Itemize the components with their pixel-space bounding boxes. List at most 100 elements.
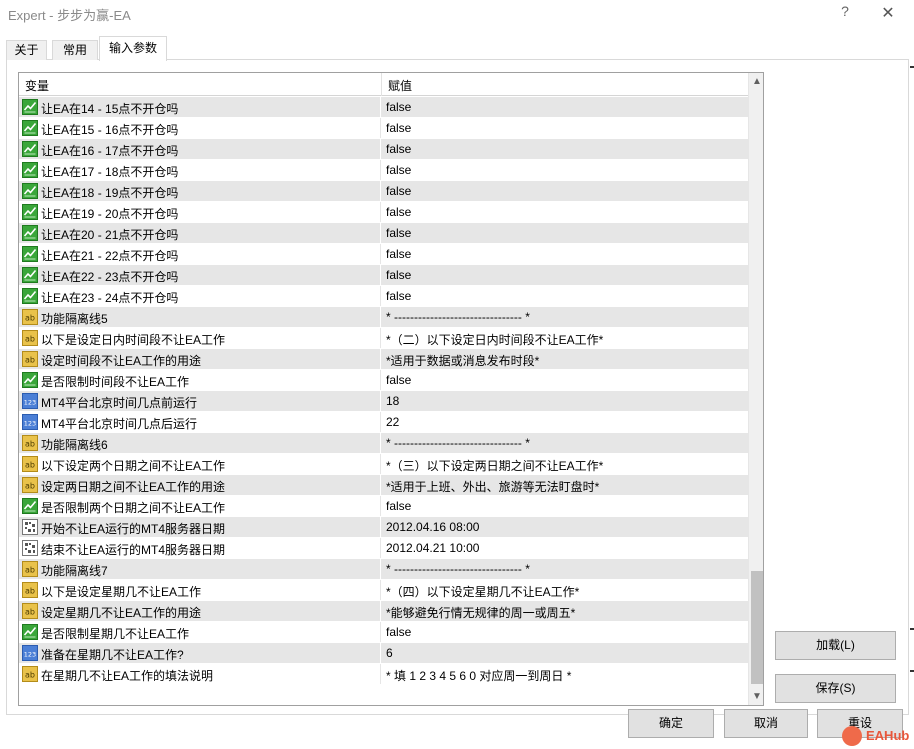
- parameter-value[interactable]: false: [386, 373, 411, 387]
- watermark-text: EAHub: [866, 728, 910, 743]
- parameter-value[interactable]: false: [386, 184, 411, 198]
- scroll-down-icon[interactable]: ▼: [749, 688, 763, 705]
- column-divider[interactable]: [381, 73, 382, 96]
- parameter-value[interactable]: *适用于数据或消息发布时段*: [386, 352, 539, 369]
- parameter-name: 功能隔离线6: [41, 438, 108, 452]
- parameter-row[interactable]: ab 功能隔离线6 * ------------------------------…: [19, 433, 748, 454]
- parameter-name: 让EA在23 - 24点不开仓吗: [41, 291, 179, 305]
- parameter-row[interactable]: 开始不让EA运行的MT4服务器日期 2012.04.16 08:00: [19, 517, 748, 538]
- grid-header: 变量 赋值: [19, 73, 748, 96]
- parameter-value[interactable]: false: [386, 268, 411, 282]
- parameter-value[interactable]: 2012.04.16 08:00: [386, 520, 479, 534]
- parameter-row[interactable]: 让EA在20 - 21点不开仓吗 false: [19, 223, 748, 244]
- parameter-row[interactable]: 123 MT4平台北京时间几点前运行 18: [19, 391, 748, 412]
- parameter-row[interactable]: 让EA在23 - 24点不开仓吗 false: [19, 286, 748, 307]
- svg-text:ab: ab: [25, 461, 35, 470]
- close-icon[interactable]: ✕: [880, 3, 896, 23]
- parameter-value[interactable]: false: [386, 226, 411, 240]
- parameter-row[interactable]: 让EA在16 - 17点不开仓吗 false: [19, 139, 748, 160]
- parameter-value[interactable]: *适用于上班、外出、旅游等无法盯盘时*: [386, 478, 599, 495]
- parameter-row[interactable]: 让EA在22 - 23点不开仓吗 false: [19, 265, 748, 286]
- parameter-value[interactable]: 6: [386, 646, 393, 660]
- help-icon[interactable]: ?: [837, 3, 853, 19]
- parameter-name: 让EA在19 - 20点不开仓吗: [41, 207, 179, 221]
- parameter-value[interactable]: false: [386, 121, 411, 135]
- parameter-name-cell: ab 功能隔离线6: [19, 433, 381, 453]
- parameter-name-cell: 开始不让EA运行的MT4服务器日期: [19, 517, 381, 537]
- watermark: EAHub: [842, 724, 914, 746]
- scrollbar-thumb[interactable]: [751, 571, 763, 684]
- parameter-value[interactable]: * 填 1 2 3 4 5 6 0 对应周一到周日 *: [386, 667, 571, 684]
- parameter-row[interactable]: ab 设定时间段不让EA工作的用途 *适用于数据或消息发布时段*: [19, 349, 748, 370]
- parameter-row[interactable]: 让EA在19 - 20点不开仓吗 false: [19, 202, 748, 223]
- parameter-value[interactable]: *能够避免行情无规律的周一或周五*: [386, 604, 575, 621]
- tab-common[interactable]: 常用: [52, 40, 98, 60]
- parameter-name-cell: 让EA在16 - 17点不开仓吗: [19, 139, 381, 159]
- parameter-value[interactable]: 2012.04.21 10:00: [386, 541, 479, 555]
- parameter-value[interactable]: * -------------------------------- *: [386, 436, 530, 450]
- parameter-name: 功能隔离线7: [41, 564, 108, 578]
- parameter-value[interactable]: * -------------------------------- *: [386, 310, 530, 324]
- parameter-value[interactable]: 18: [386, 394, 399, 408]
- parameter-name: 以下是设定星期几不让EA工作: [41, 585, 202, 599]
- parameter-row[interactable]: 是否限制星期几不让EA工作 false: [19, 622, 748, 643]
- parameter-value[interactable]: false: [386, 247, 411, 261]
- parameter-row[interactable]: 让EA在14 - 15点不开仓吗 false: [19, 97, 748, 118]
- parameter-name: 是否限制时间段不让EA工作: [41, 375, 190, 389]
- parameter-value[interactable]: false: [386, 499, 411, 513]
- column-header-variable[interactable]: 变量: [25, 77, 49, 94]
- parameter-value[interactable]: *（二）以下设定日内时间段不让EA工作*: [386, 331, 603, 348]
- parameter-row[interactable]: 是否限制时间段不让EA工作 false: [19, 370, 748, 391]
- parameter-row[interactable]: 让EA在21 - 22点不开仓吗 false: [19, 244, 748, 265]
- parameter-row[interactable]: ab 以下是设定日内时间段不让EA工作 *（二）以下设定日内时间段不让EA工作*: [19, 328, 748, 349]
- parameter-row[interactable]: ab 设定星期几不让EA工作的用途 *能够避免行情无规律的周一或周五*: [19, 601, 748, 622]
- edge-mark: [910, 628, 914, 630]
- parameter-name: 让EA在14 - 15点不开仓吗: [41, 102, 179, 116]
- parameter-row[interactable]: ab 以下设定两个日期之间不让EA工作 *（三）以下设定两日期之间不让EA工作*: [19, 454, 748, 475]
- parameter-value[interactable]: false: [386, 100, 411, 114]
- svg-text:123: 123: [24, 651, 36, 659]
- parameter-name-cell: ab 在星期几不让EA工作的填法说明: [19, 664, 381, 684]
- parameter-row[interactable]: 123 MT4平台北京时间几点后运行 22: [19, 412, 748, 433]
- parameter-name: 设定星期几不让EA工作的用途: [41, 606, 202, 620]
- vertical-scrollbar[interactable]: ▲ ▼: [748, 73, 763, 705]
- svg-text:ab: ab: [25, 356, 35, 365]
- parameter-value[interactable]: false: [386, 163, 411, 177]
- parameter-row[interactable]: 是否限制两个日期之间不让EA工作 false: [19, 496, 748, 517]
- scroll-up-icon[interactable]: ▲: [749, 73, 763, 90]
- parameter-row[interactable]: ab 以下是设定星期几不让EA工作 *（四）以下设定星期几不让EA工作*: [19, 580, 748, 601]
- parameter-value[interactable]: false: [386, 142, 411, 156]
- parameter-row[interactable]: 让EA在18 - 19点不开仓吗 false: [19, 181, 748, 202]
- parameter-row[interactable]: 让EA在17 - 18点不开仓吗 false: [19, 160, 748, 181]
- edge-mark: [910, 66, 914, 68]
- parameter-name-cell: ab 设定两日期之间不让EA工作的用途: [19, 475, 381, 495]
- parameter-value[interactable]: 22: [386, 415, 399, 429]
- string-icon: ab: [22, 309, 38, 325]
- parameter-value[interactable]: false: [386, 625, 411, 639]
- parameter-row[interactable]: ab 设定两日期之间不让EA工作的用途 *适用于上班、外出、旅游等无法盯盘时*: [19, 475, 748, 496]
- parameter-row[interactable]: ab 在星期几不让EA工作的填法说明 * 填 1 2 3 4 5 6 0 对应周一到…: [19, 664, 748, 685]
- parameter-row[interactable]: 123 准备在星期几不让EA工作? 6: [19, 643, 748, 664]
- parameter-row[interactable]: ab 功能隔离线5 * ------------------------------…: [19, 307, 748, 328]
- parameter-value[interactable]: false: [386, 289, 411, 303]
- parameter-row[interactable]: 让EA在15 - 16点不开仓吗 false: [19, 118, 748, 139]
- parameter-value[interactable]: *（四）以下设定星期几不让EA工作*: [386, 583, 579, 600]
- save-button[interactable]: 保存(S): [775, 674, 896, 703]
- tab-about[interactable]: 关于: [6, 40, 47, 60]
- parameter-value[interactable]: *（三）以下设定两日期之间不让EA工作*: [386, 457, 603, 474]
- cancel-button[interactable]: 取消: [724, 709, 808, 738]
- parameter-name-cell: ab 设定星期几不让EA工作的用途: [19, 601, 381, 621]
- svg-text:ab: ab: [25, 587, 35, 596]
- load-button[interactable]: 加载(L): [775, 631, 896, 660]
- parameter-value[interactable]: * -------------------------------- *: [386, 562, 530, 576]
- parameter-row[interactable]: 结束不让EA运行的MT4服务器日期 2012.04.21 10:00: [19, 538, 748, 559]
- tab-inputs[interactable]: 输入参数: [99, 36, 167, 61]
- parameter-name: 准备在星期几不让EA工作?: [41, 648, 184, 662]
- parameter-value[interactable]: false: [386, 205, 411, 219]
- parameter-name: 让EA在18 - 19点不开仓吗: [41, 186, 179, 200]
- column-header-value[interactable]: 赋值: [388, 77, 412, 94]
- parameter-name-cell: 123 MT4平台北京时间几点后运行: [19, 412, 381, 432]
- ok-button[interactable]: 确定: [628, 709, 714, 738]
- svg-text:ab: ab: [25, 335, 35, 344]
- parameter-row[interactable]: ab 功能隔离线7 * ------------------------------…: [19, 559, 748, 580]
